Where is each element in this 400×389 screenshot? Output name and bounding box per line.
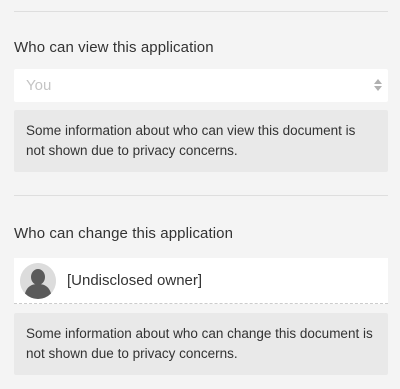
- owner-name: [Undisclosed owner]: [67, 272, 203, 289]
- view-section-title: Who can view this application: [14, 39, 214, 56]
- view-permission-select-value: You: [26, 77, 52, 94]
- change-section-title: Who can change this application: [14, 225, 234, 242]
- section-divider: [14, 195, 388, 196]
- select-arrows-icon: [374, 79, 382, 91]
- view-permission-select[interactable]: You: [14, 69, 388, 102]
- change-privacy-notice: Some information about who can change th…: [14, 313, 388, 375]
- view-privacy-notice: Some information about who can view this…: [14, 110, 388, 172]
- person-avatar-icon: [20, 263, 56, 299]
- access-settings-panel: Who can view this application You Some i…: [0, 0, 400, 389]
- top-divider: [14, 11, 388, 12]
- owner-list-item[interactable]: [Undisclosed owner]: [14, 258, 388, 304]
